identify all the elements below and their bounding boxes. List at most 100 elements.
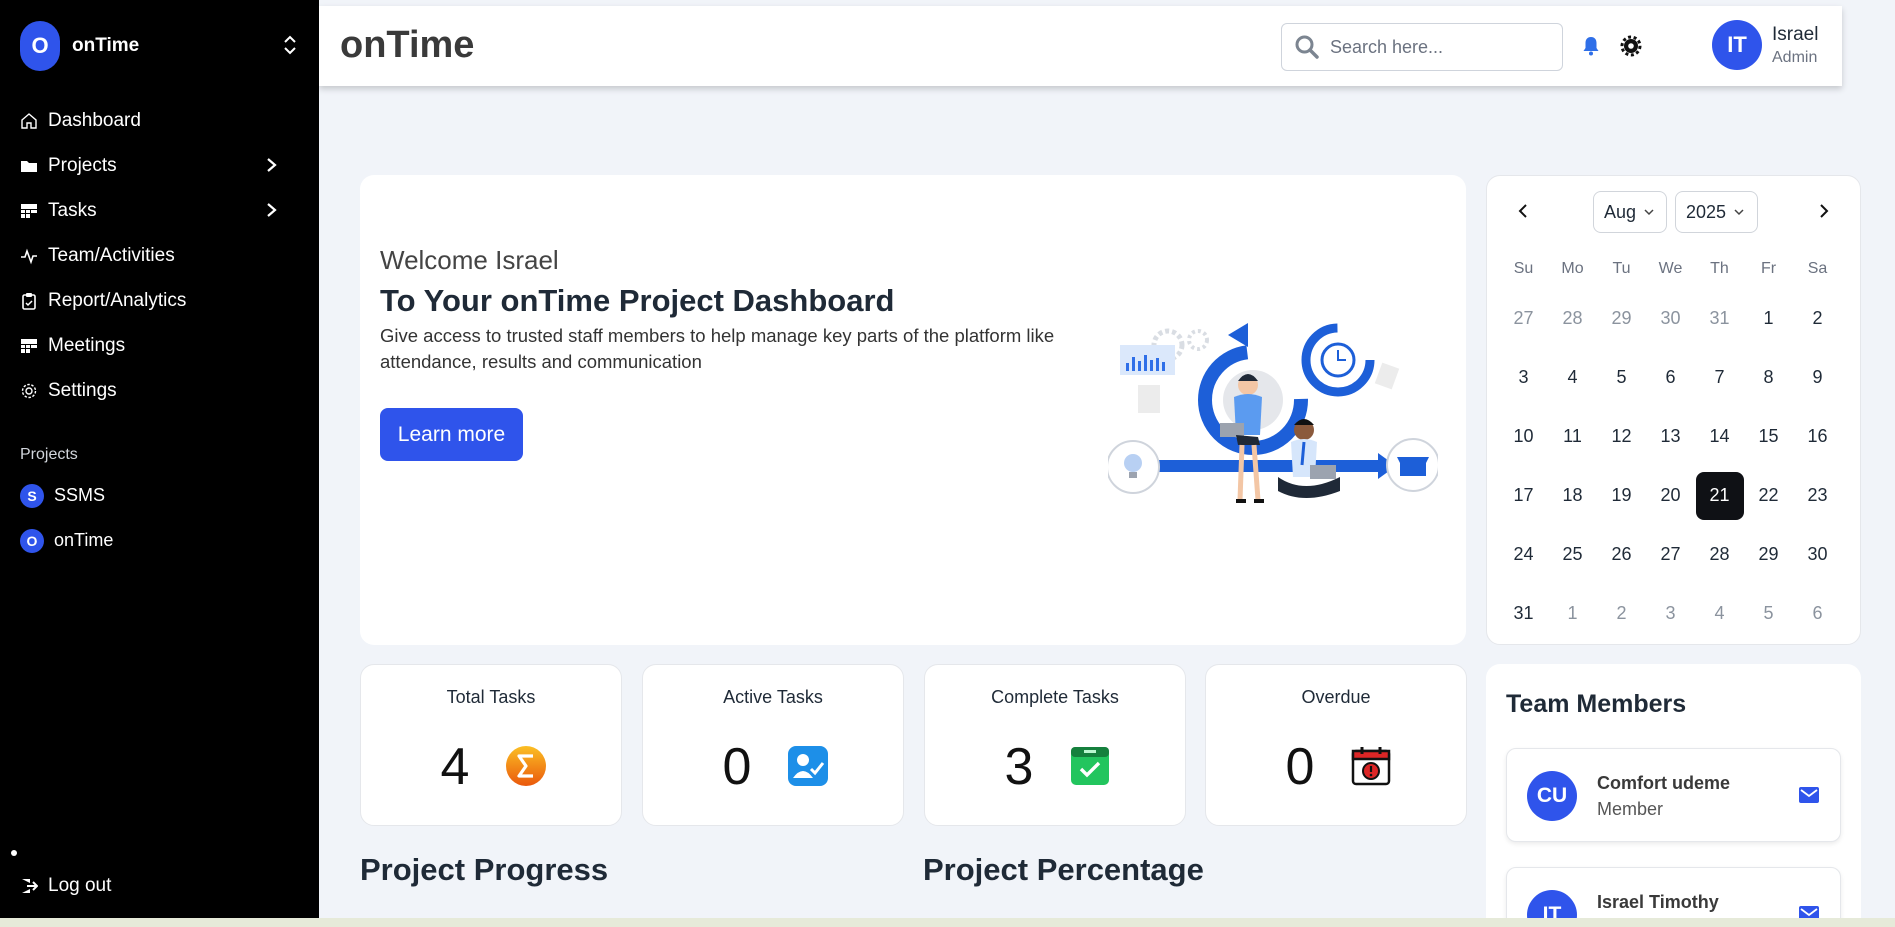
calendar-day[interactable]: 3 (1499, 348, 1548, 407)
calendar-alert-icon (1351, 747, 1391, 786)
calendar-day[interactable]: 29 (1744, 525, 1793, 584)
welcome-greeting: Welcome Israel (380, 245, 559, 275)
status-dot (11, 850, 17, 856)
activity-icon (21, 248, 37, 264)
chevron-left-icon[interactable] (1515, 202, 1531, 220)
bell-icon[interactable] (1579, 34, 1603, 58)
chevron-up-down-icon[interactable] (280, 34, 300, 56)
learn-more-button[interactable]: Learn more (380, 408, 523, 461)
calendar-day[interactable]: 24 (1499, 525, 1548, 584)
calendar-day[interactable]: 10 (1499, 407, 1548, 466)
calendar-day[interactable]: 30 (1646, 289, 1695, 348)
tasks-icon (21, 203, 37, 218)
calendar-day[interactable]: 29 (1597, 289, 1646, 348)
calendar-day[interactable]: 28 (1695, 525, 1744, 584)
calendar-day[interactable]: 2 (1597, 584, 1646, 643)
calendar-day[interactable]: 22 (1744, 466, 1793, 525)
brand-name: onTime (72, 35, 140, 56)
sidebar-item-report-analytics[interactable]: Report/Analytics (20, 278, 300, 323)
user-avatar[interactable]: IT (1712, 20, 1762, 70)
calendar-day[interactable]: 1 (1744, 289, 1793, 348)
search-input[interactable] (1330, 36, 1550, 58)
calendar-day[interactable]: 27 (1646, 525, 1695, 584)
chevron-down-icon (1644, 209, 1654, 216)
calendar-day[interactable]: 6 (1793, 584, 1842, 643)
mail-icon[interactable] (1798, 785, 1820, 805)
stat-card-complete-tasks: Complete Tasks 3 (924, 664, 1186, 826)
user-name: Israel (1772, 24, 1819, 45)
calendar-day[interactable]: 28 (1548, 289, 1597, 348)
calendar-day[interactable]: 4 (1548, 348, 1597, 407)
calendar-week: 3 4 5 6 7 8 9 (1499, 348, 1842, 407)
gear-icon[interactable] (1619, 34, 1643, 58)
top-header: onTime IT Israel Admin (319, 6, 1842, 86)
team-member-item[interactable]: CU Comfort udeme Member (1506, 748, 1841, 842)
project-name: onTime (54, 530, 114, 550)
sidebar-item-dashboard[interactable]: Dashboard (20, 98, 300, 143)
calendar-day[interactable]: 30 (1793, 525, 1842, 584)
sidebar-item-tasks[interactable]: Tasks (20, 188, 300, 233)
calendar-day[interactable]: 17 (1499, 466, 1548, 525)
member-role: Member (1597, 799, 1664, 819)
calendar-day[interactable]: 15 (1744, 407, 1793, 466)
month-select[interactable]: Aug (1593, 191, 1667, 233)
calendar-day[interactable]: 11 (1548, 407, 1597, 466)
calendar-day[interactable]: 26 (1597, 525, 1646, 584)
weekday-label: We (1658, 260, 1683, 277)
calendar-day[interactable]: 20 (1646, 466, 1695, 525)
calendar-day[interactable]: 2 (1793, 289, 1842, 348)
weekday-label: Fr (1760, 260, 1777, 277)
year-select[interactable]: 2025 (1675, 191, 1758, 233)
logout-button[interactable]: Log out (20, 875, 111, 897)
weekday-label: Sa (1807, 260, 1828, 277)
team-members-card: Team Members CU Comfort udeme Member IT … (1486, 664, 1861, 927)
project-item-ssms[interactable]: S SSMS (20, 473, 300, 518)
calendar-day[interactable]: 16 (1793, 407, 1842, 466)
chevron-right-icon[interactable] (264, 157, 278, 173)
stat-value: 0 (1285, 738, 1315, 796)
user-check-icon (788, 746, 828, 786)
project-item-ontime[interactable]: O onTime (20, 518, 300, 563)
calendar-day[interactable]: 7 (1695, 348, 1744, 407)
projects-section-label: Projects (20, 446, 78, 463)
sidebar-item-projects[interactable]: Projects (20, 143, 300, 188)
sidebar-item-meetings[interactable]: Meetings (20, 323, 300, 368)
member-name: Comfort udeme (1597, 773, 1731, 793)
calendar-day[interactable]: 5 (1744, 584, 1793, 643)
calendar-day[interactable]: 31 (1499, 584, 1548, 643)
member-avatar: CU (1527, 771, 1577, 821)
calendar-day[interactable]: 1 (1548, 584, 1597, 643)
chevron-right-icon[interactable] (1816, 202, 1832, 220)
calendar-day[interactable]: 4 (1695, 584, 1744, 643)
calendar-day[interactable]: 31 (1695, 289, 1744, 348)
sidebar-item-team-activities[interactable]: Team/Activities (20, 233, 300, 278)
calendar-day[interactable]: 3 (1646, 584, 1695, 643)
weekday-label: Mo (1561, 260, 1584, 277)
project-avatar: O (20, 528, 44, 553)
welcome-title: To Your onTime Project Dashboard (380, 283, 895, 318)
calendar-day[interactable]: 5 (1597, 348, 1646, 407)
sidebar-item-settings[interactable]: Settings (20, 368, 300, 413)
search-icon (1295, 35, 1319, 59)
browser-bottom-strip (0, 918, 1895, 927)
workspace-switcher[interactable]: O onTime (20, 20, 300, 72)
calendar-day[interactable]: 9 (1793, 348, 1842, 407)
calendar-day[interactable]: 6 (1646, 348, 1695, 407)
calendar-day[interactable]: 18 (1548, 466, 1597, 525)
calendar-day[interactable]: 14 (1695, 407, 1744, 466)
chevron-right-icon[interactable] (264, 202, 278, 218)
calendar-day[interactable]: 19 (1597, 466, 1646, 525)
dashboard-illustration (1108, 323, 1438, 503)
calendar-day[interactable]: 23 (1793, 466, 1842, 525)
project-list: S SSMS O onTime (20, 473, 300, 563)
calendar-day[interactable]: 13 (1646, 407, 1695, 466)
sidebar-item-label: Report/Analytics (48, 289, 187, 311)
stat-card-total-tasks: Total Tasks 4 (360, 664, 622, 826)
search-box[interactable] (1281, 23, 1563, 71)
calendar-day[interactable]: 27 (1499, 289, 1548, 348)
project-name: SSMS (54, 485, 106, 505)
calendar-day[interactable]: 12 (1597, 407, 1646, 466)
calendar-day-selected[interactable]: 21 (1695, 466, 1744, 525)
calendar-day[interactable]: 25 (1548, 525, 1597, 584)
calendar-day[interactable]: 8 (1744, 348, 1793, 407)
